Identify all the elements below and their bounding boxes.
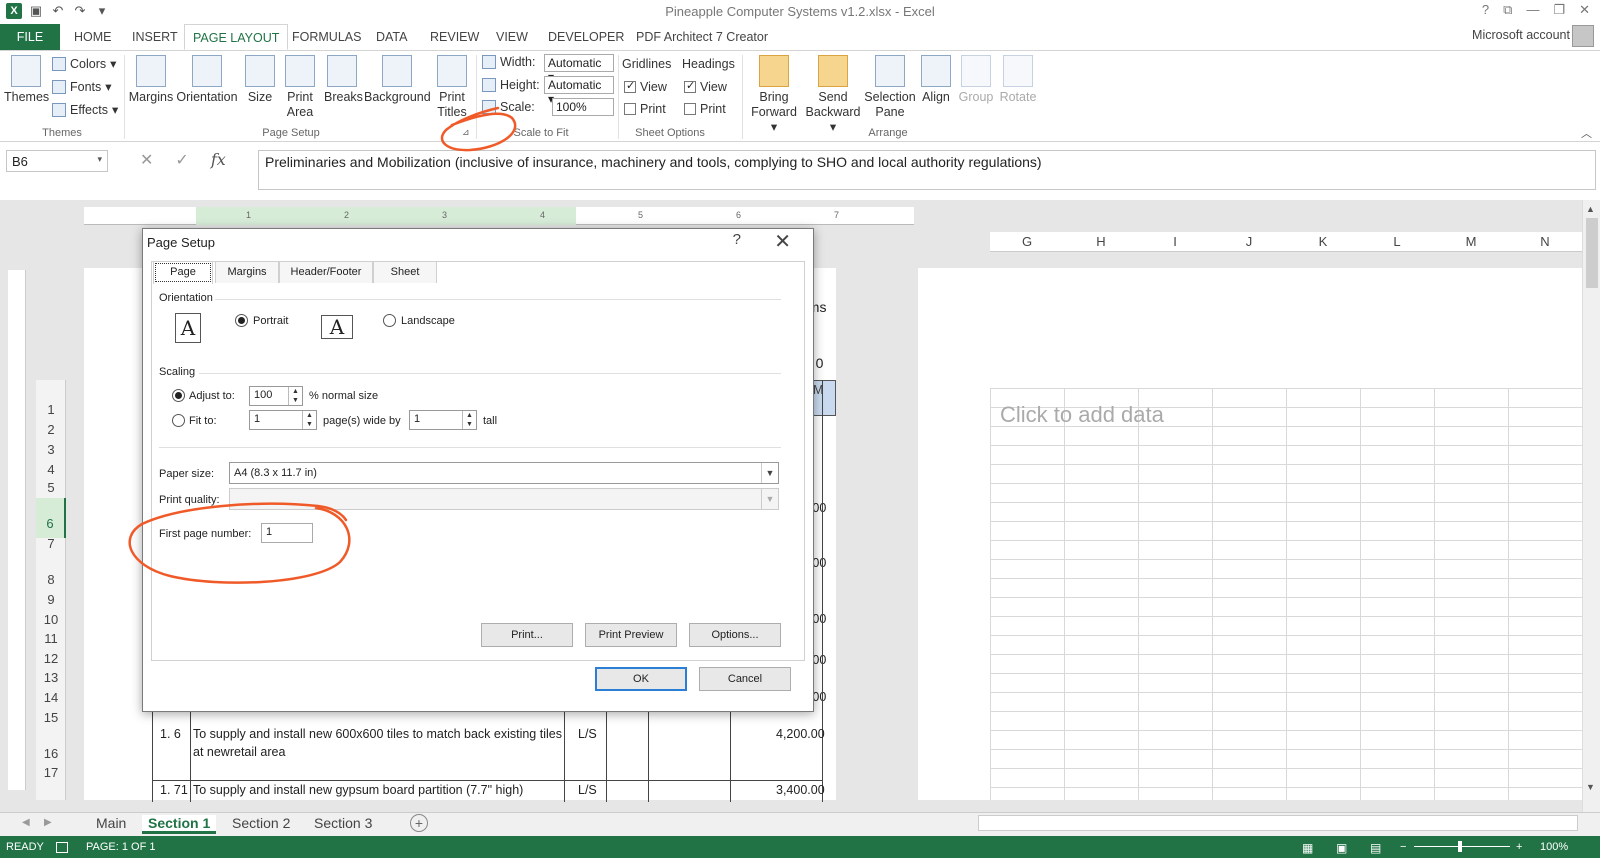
annotation-circle-first-page xyxy=(128,502,351,584)
annotation-circle-print-titles xyxy=(440,106,517,152)
annotation-layer xyxy=(128,106,517,584)
